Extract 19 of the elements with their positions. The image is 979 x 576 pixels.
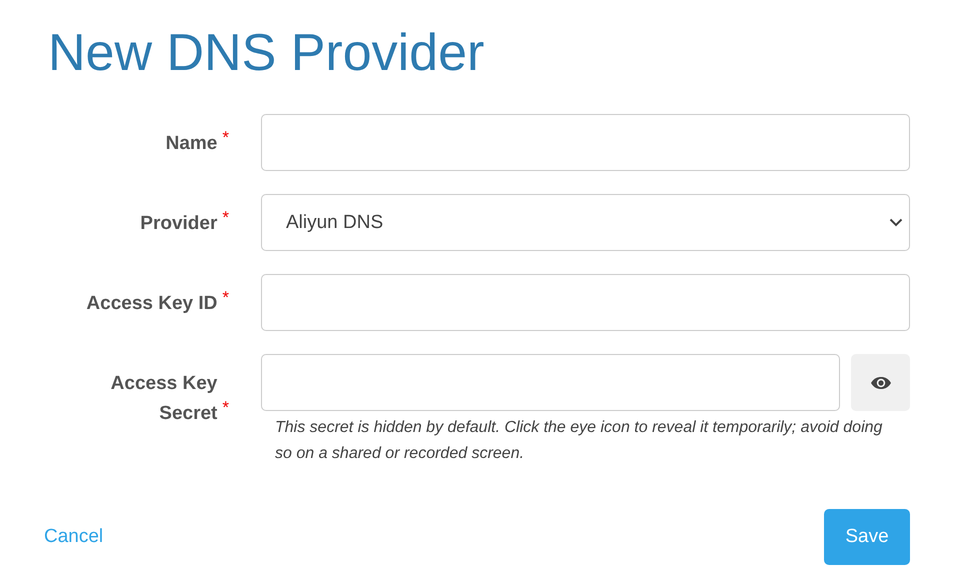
input-field[interactable] <box>261 274 910 331</box>
provider-dropdown[interactable]: Aliyun DNS <box>261 194 910 251</box>
chevron-down-icon <box>889 218 903 227</box>
field-label: Access Key ID <box>86 292 218 316</box>
field-label: Provider <box>140 212 218 236</box>
save-button[interactable]: Save <box>824 509 910 565</box>
field-label: Access Key Secret <box>110 372 218 426</box>
page-title: New DNS Provider <box>48 23 486 84</box>
required-mark: * <box>222 127 229 149</box>
required-mark: * <box>222 287 229 309</box>
password-field[interactable] <box>261 354 840 411</box>
reveal-button[interactable] <box>851 354 910 411</box>
field-label: Name <box>166 132 218 156</box>
help-text: This secret is hidden by default. Click the eye icon to reveal it temporarily; avoid doing so on a shared or recorded screen. <box>275 418 884 464</box>
cancel-link[interactable]: Cancel <box>44 526 104 548</box>
required-mark: * <box>222 207 229 229</box>
input-field[interactable] <box>261 114 910 171</box>
required-mark: * <box>222 397 229 419</box>
eye-icon <box>870 376 892 390</box>
